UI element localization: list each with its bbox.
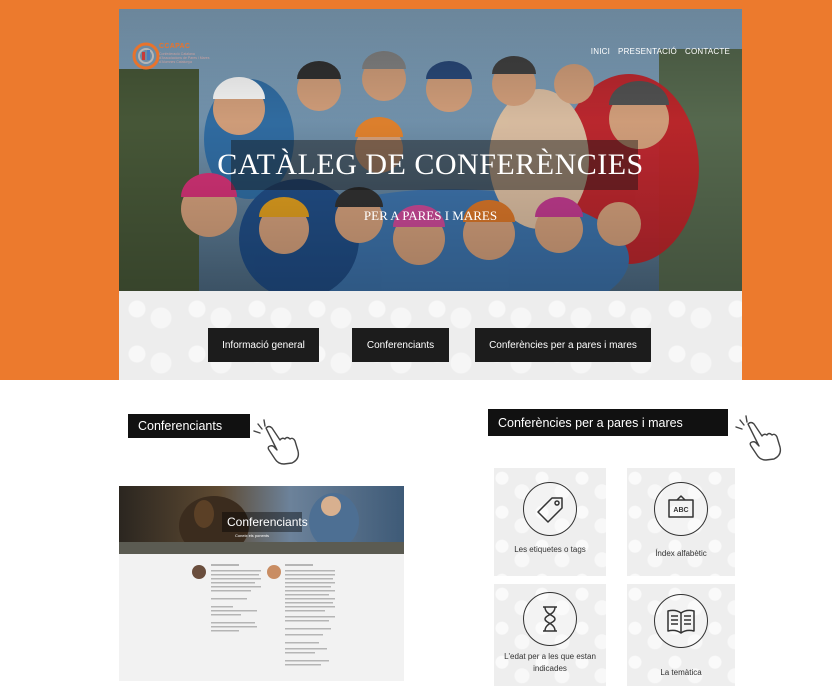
abc-sign-icon: ABC — [668, 495, 694, 518]
logo-name: CCAPAC — [159, 43, 191, 50]
speaker-text-block — [211, 564, 261, 632]
tile-edat[interactable]: L'edat per a les que estan indicades — [494, 584, 606, 686]
hero-subtitle: PER A PARES I MARES — [363, 208, 498, 223]
tile-icon-circle — [654, 594, 708, 648]
tile-label: L'edat per a les que estan indicades — [504, 652, 596, 673]
svg-text:ABC: ABC — [673, 507, 688, 514]
top-navigation: INICI PRESENTACIÓ CONTACTE — [591, 47, 730, 56]
pointing-hand-icon — [253, 419, 300, 465]
nav-item-inici[interactable]: INICI — [591, 47, 610, 56]
nav-item-presentacio[interactable]: PRESENTACIÓ — [618, 47, 677, 56]
hero-title: CATÀLEG DE CONFERÈNCIES — [217, 148, 644, 181]
tile-index-alfabetic[interactable]: ABC Índex alfabètic — [627, 468, 735, 576]
pointing-hand-icon — [735, 415, 782, 461]
tile-icon-circle: ABC — [654, 482, 708, 536]
tile-icon-circle — [523, 482, 577, 536]
tag-icon — [537, 497, 563, 523]
conferencies-label: Conferències per a pares i mares — [488, 409, 728, 436]
tile-icon-circle — [523, 592, 577, 646]
website-screenshot: CCAPAC Confederació Catalana d'Associaci… — [0, 0, 832, 380]
conferenciants-page-preview: Conferenciants Coneix els ponents — [119, 486, 404, 681]
speaker-avatar — [192, 565, 206, 579]
tile-tematica[interactable]: La temàtica — [627, 584, 735, 686]
tile-etiquetes-tags[interactable]: Les etiquetes o tags — [494, 468, 606, 576]
info-general-button[interactable]: Informació general — [208, 328, 319, 362]
tile-label: La temàtica — [660, 668, 702, 677]
mini-page-subtitle: Coneix els ponents — [235, 533, 270, 538]
conferencies-button[interactable]: Conferències per a pares i mares — [475, 328, 651, 362]
conferenciants-button[interactable]: Conferenciants — [352, 328, 449, 362]
nav-item-contacte[interactable]: CONTACTE — [685, 47, 730, 56]
logo-tagline: Confederació Catalana d'Associacions de … — [159, 52, 210, 64]
speaker-text-block — [285, 564, 335, 666]
hero-banner: CCAPAC Confederació Catalana d'Associaci… — [119, 9, 742, 291]
hourglass-icon — [543, 606, 557, 632]
conferenciants-label: Conferenciants — [128, 414, 250, 438]
open-book-icon — [667, 609, 695, 634]
tile-label: Les etiquetes o tags — [514, 545, 586, 554]
tile-label: Índex alfabètic — [655, 549, 707, 558]
mini-page-title: Conferenciants — [227, 515, 308, 529]
